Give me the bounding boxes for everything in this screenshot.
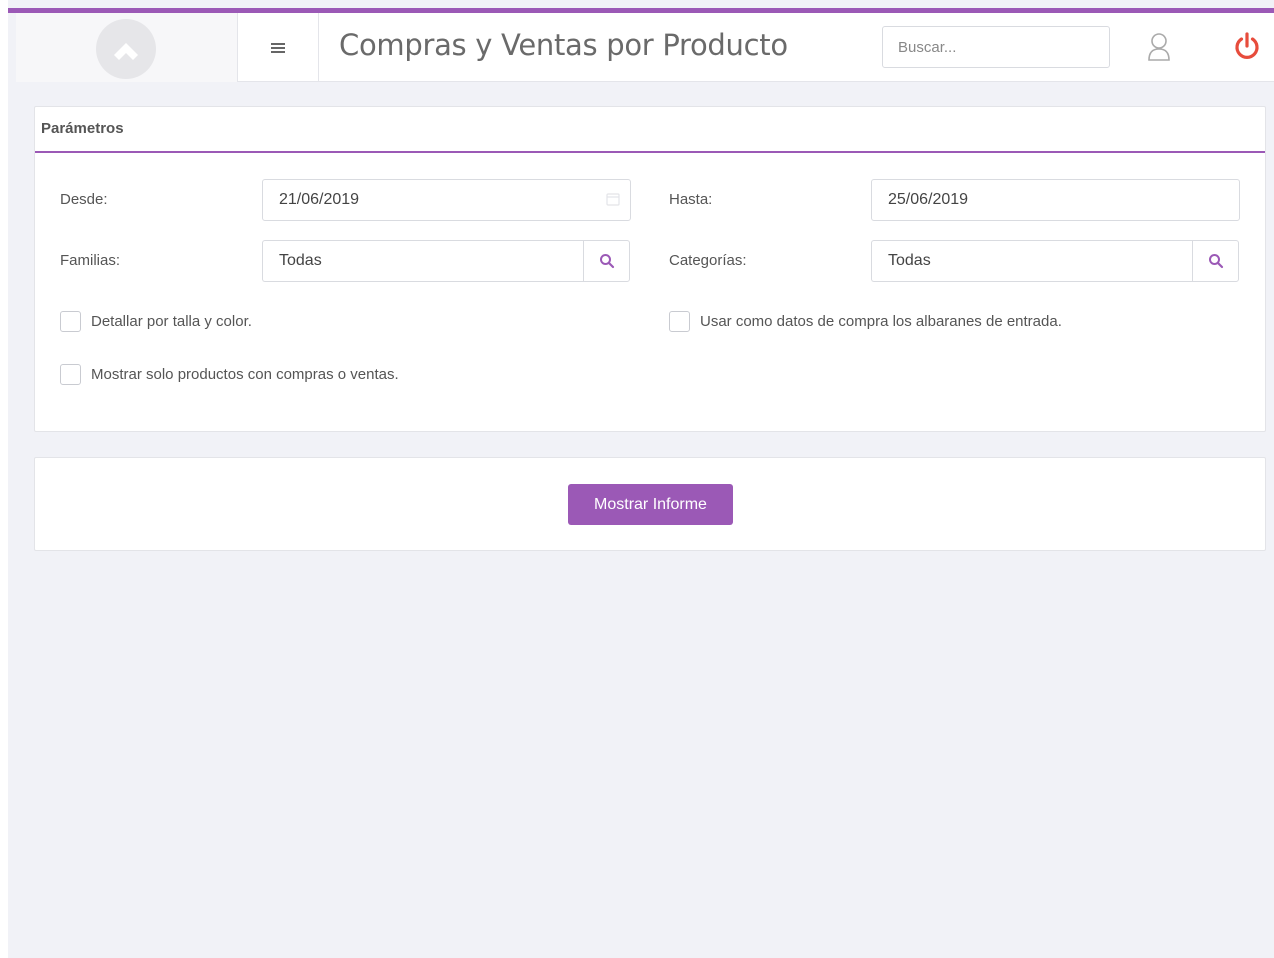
user-icon[interactable] [1146,31,1172,68]
mostrar-solo-checkbox-label: Mostrar solo productos con compras o ven… [91,366,399,383]
power-icon[interactable] [1233,31,1261,66]
search-icon [599,254,614,269]
hasta-date-value: 25/06/2019 [888,191,969,208]
albaranes-checkbox-label: Usar como datos de compra los albaranes … [700,313,1062,330]
actions-panel: Mostrar Informe [34,457,1266,551]
menu-toggle-button[interactable] [238,13,319,82]
categorias-selector: Todas [871,240,1239,282]
parameters-panel: Parámetros Desde: 21/06/2019 Hasta: 25/0… [34,106,1266,432]
familias-input[interactable]: Todas [262,240,583,282]
search-input[interactable] [882,26,1110,68]
detallar-checkbox-label: Detallar por talla y color. [91,313,252,330]
show-report-button[interactable]: Mostrar Informe [568,484,733,525]
logo-icon[interactable] [96,19,156,79]
familias-value: Todas [279,252,322,269]
detallar-checkbox-row[interactable]: Detallar por talla y color. [60,311,252,332]
familias-search-button[interactable] [583,240,630,282]
hasta-date-input[interactable]: 25/06/2019 [871,179,1240,221]
app-page: Compras y Ventas por Producto Parámetros… [0,0,1274,958]
albaranes-checkbox[interactable] [669,311,690,332]
page-title: Compras y Ventas por Producto [339,28,788,62]
desde-label: Desde: [60,191,108,208]
mostrar-solo-checkbox-row[interactable]: Mostrar solo productos con compras o ven… [60,364,399,385]
desde-date-input[interactable]: 21/06/2019 [262,179,631,221]
categorias-value: Todas [888,252,931,269]
calendar-icon[interactable] [606,192,620,211]
search-icon [1208,254,1223,269]
mostrar-solo-checkbox[interactable] [60,364,81,385]
desde-date-value: 21/06/2019 [279,191,360,208]
familias-selector: Todas [262,240,630,282]
hasta-label: Hasta: [669,191,713,208]
hamburger-icon [271,42,285,53]
detallar-checkbox[interactable] [60,311,81,332]
familias-label: Familias: [60,252,121,269]
categorias-search-button[interactable] [1192,240,1239,282]
logo-area [16,13,238,82]
albaranes-checkbox-row[interactable]: Usar como datos de compra los albaranes … [669,311,1062,332]
categorias-label: Categorías: [669,252,747,269]
top-header: Compras y Ventas por Producto [16,13,1274,82]
parameters-heading: Parámetros [35,107,1265,153]
categorias-input[interactable]: Todas [871,240,1192,282]
